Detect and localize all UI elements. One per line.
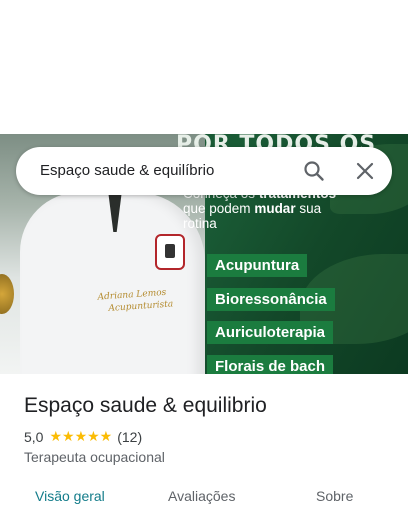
tab-reviews[interactable]: Avaliações xyxy=(168,488,235,504)
subtitle-text: que podem xyxy=(183,201,255,216)
place-tabs: Visão geral Avaliações Sobre xyxy=(0,478,408,510)
close-icon xyxy=(356,162,374,180)
tab-about[interactable]: Sobre xyxy=(316,488,353,504)
place-category[interactable]: Terapeuta ocupacional xyxy=(24,449,165,465)
search-button[interactable] xyxy=(302,159,326,183)
treatment-pill: Florais de bach xyxy=(207,355,334,374)
clear-search-button[interactable] xyxy=(353,159,377,183)
rating-value: 5,0 xyxy=(24,428,44,445)
subtitle-text: sua xyxy=(295,201,322,216)
place-title: Espaço saude & equilibrio xyxy=(24,394,267,417)
medal-icon xyxy=(0,274,14,314)
treatment-pill: Bioressonância xyxy=(207,288,335,311)
tab-overview[interactable]: Visão geral xyxy=(35,488,105,504)
subtitle-bold: mudar xyxy=(254,201,296,216)
treatment-pill: Acupuntura xyxy=(207,254,308,277)
emblem-icon xyxy=(155,234,185,270)
subtitle-text: rotina xyxy=(183,216,217,231)
review-count[interactable]: (12) xyxy=(117,429,142,445)
star-rating-icon: ★★★★★ xyxy=(49,428,113,444)
rating-summary[interactable]: 5,0 ★★★★★ (12) xyxy=(24,428,142,445)
search-bar[interactable]: Espaço saude & equilíbrio xyxy=(16,147,392,195)
search-input[interactable]: Espaço saude & equilíbrio xyxy=(40,162,214,179)
search-icon xyxy=(304,161,324,181)
treatment-pill: Auriculoterapia xyxy=(207,321,334,344)
